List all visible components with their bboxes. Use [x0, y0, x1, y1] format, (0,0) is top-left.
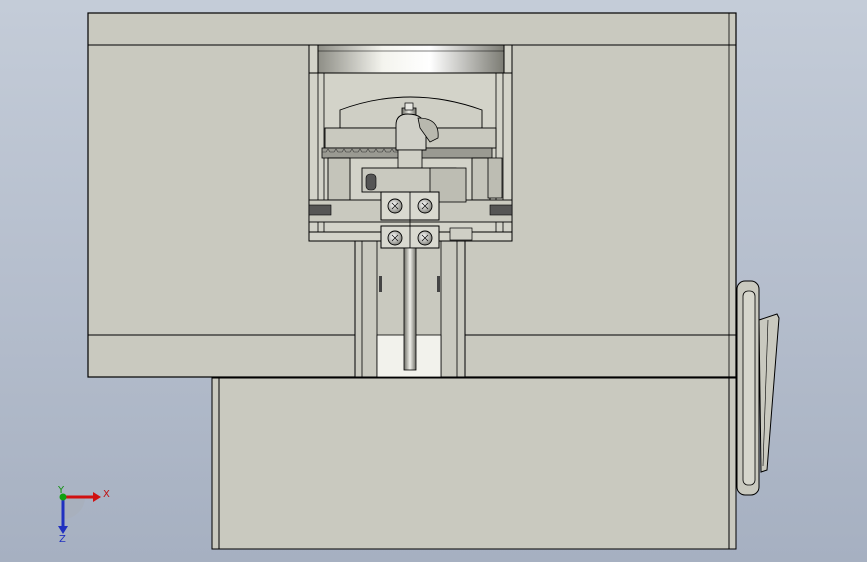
lower-base-block [211, 377, 737, 550]
coordinate-triad: X Y Z [57, 485, 110, 545]
x-axis-label: X [103, 489, 110, 500]
cad-viewport[interactable]: X Y Z [0, 0, 867, 562]
y-axis-label: Y [57, 485, 65, 496]
z-axis-label: Z [59, 534, 66, 545]
side-handle [736, 280, 780, 496]
